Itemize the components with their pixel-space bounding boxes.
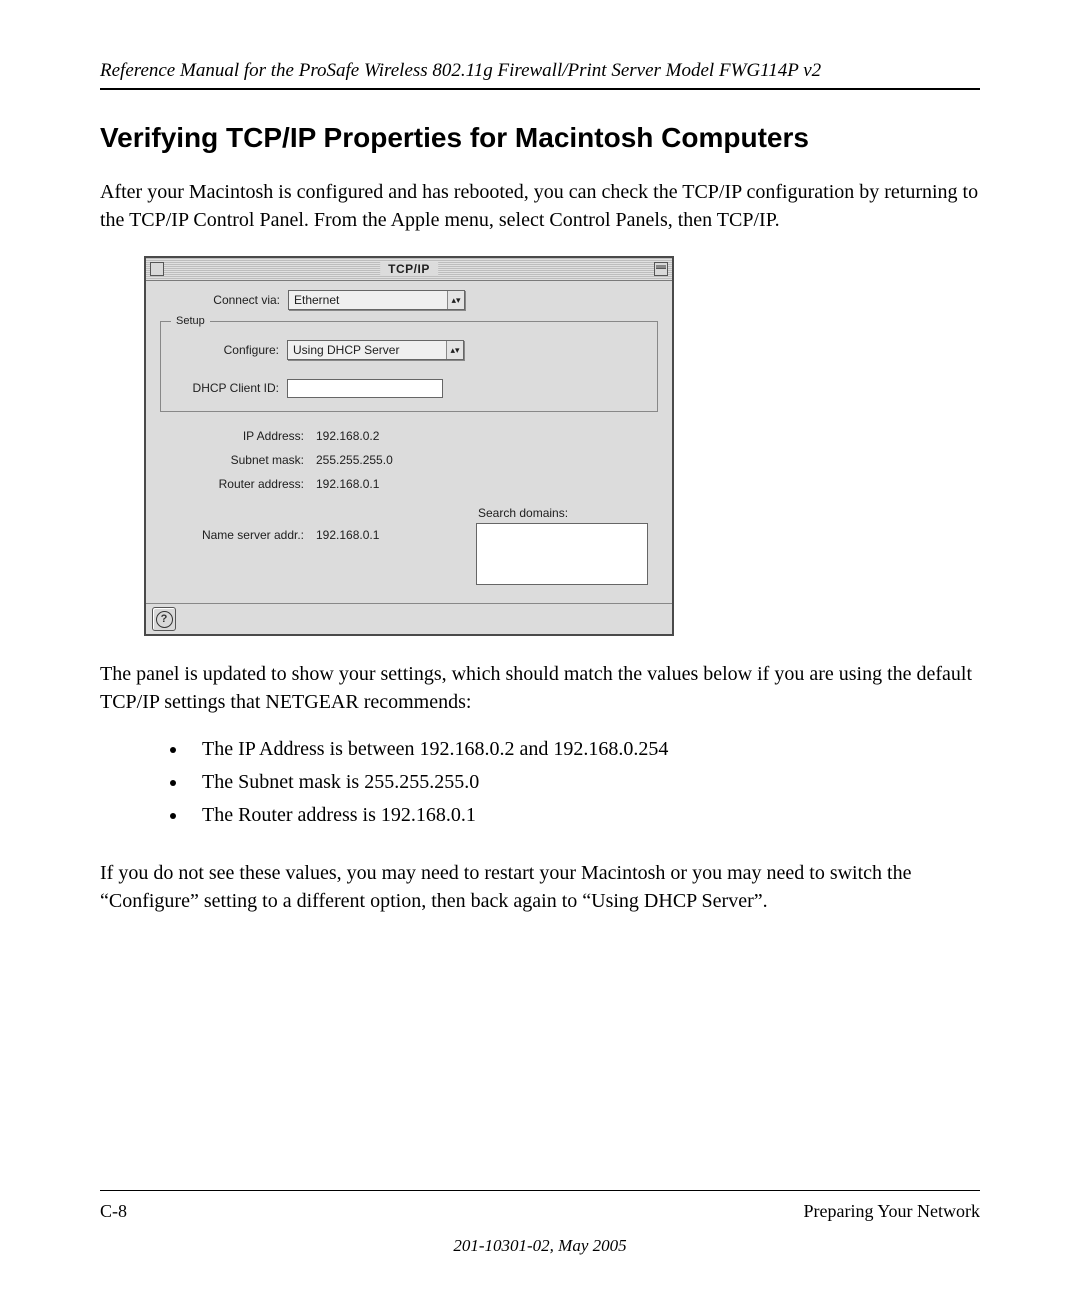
dhcp-label: DHCP Client ID: xyxy=(171,381,287,395)
post-screenshot-paragraph: The panel is updated to show your settin… xyxy=(100,660,980,716)
closing-paragraph: If you do not see these values, you may … xyxy=(100,859,980,915)
dhcp-client-id-input[interactable] xyxy=(287,379,443,398)
list-item: The IP Address is between 192.168.0.2 an… xyxy=(188,738,980,761)
list-item: The Subnet mask is 255.255.255.0 xyxy=(188,771,980,794)
connect-via-popup[interactable]: Ethernet ▴▾ xyxy=(288,290,465,310)
configure-label: Configure: xyxy=(171,343,287,357)
help-icon: ? xyxy=(156,611,173,628)
windowshade-icon[interactable] xyxy=(654,262,668,276)
running-header: Reference Manual for the ProSafe Wireles… xyxy=(100,60,980,90)
subnet-mask-value: 255.255.255.0 xyxy=(316,453,393,467)
subnet-mask-label: Subnet mask: xyxy=(170,453,316,467)
intro-paragraph: After your Macintosh is configured and h… xyxy=(100,178,980,234)
chevron-updown-icon: ▴▾ xyxy=(446,341,463,359)
search-domains-input[interactable] xyxy=(476,523,648,585)
setup-legend: Setup xyxy=(171,315,210,327)
search-domains-label: Search domains: xyxy=(476,506,648,520)
page-number: C-8 xyxy=(100,1201,127,1222)
page-footer: C-8 Preparing Your Network xyxy=(100,1190,980,1222)
configure-popup[interactable]: Using DHCP Server ▴▾ xyxy=(287,340,464,360)
router-address-label: Router address: xyxy=(170,477,316,491)
connect-via-label: Connect via: xyxy=(160,293,288,307)
tcpip-screenshot: TCP/IP Connect via: Ethernet ▴▾ Setup xyxy=(144,256,980,636)
ip-address-label: IP Address: xyxy=(170,429,316,443)
setup-fieldset: Setup Configure: Using DHCP Server ▴▾ DH… xyxy=(160,315,658,412)
close-icon[interactable] xyxy=(150,262,164,276)
router-address-value: 192.168.0.1 xyxy=(316,477,379,491)
connect-via-value: Ethernet xyxy=(294,293,339,307)
chevron-updown-icon: ▴▾ xyxy=(447,291,464,309)
name-server-value: 192.168.0.1 xyxy=(316,528,379,542)
window-title: TCP/IP xyxy=(380,262,438,276)
section-title: Verifying TCP/IP Properties for Macintos… xyxy=(100,122,980,154)
name-server-label: Name server addr.: xyxy=(170,528,316,542)
list-item: The Router address is 192.168.0.1 xyxy=(188,804,980,827)
configure-value: Using DHCP Server xyxy=(293,343,399,357)
footer-section-name: Preparing Your Network xyxy=(804,1201,980,1222)
bullet-list: The IP Address is between 192.168.0.2 an… xyxy=(100,738,980,837)
help-button[interactable]: ? xyxy=(152,607,176,631)
doc-id: 201-10301-02, May 2005 xyxy=(100,1236,980,1256)
window-titlebar: TCP/IP xyxy=(146,258,672,281)
ip-address-value: 192.168.0.2 xyxy=(316,429,379,443)
